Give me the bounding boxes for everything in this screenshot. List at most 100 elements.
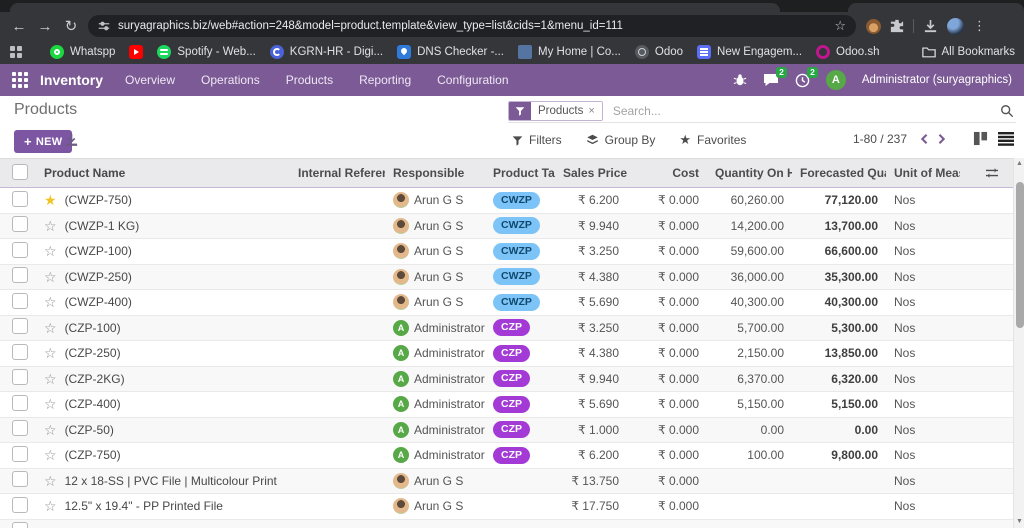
- user-name[interactable]: Administrator (suryagraphics): [862, 74, 1012, 86]
- row-checkbox[interactable]: [12, 420, 28, 436]
- bookmark-my-home[interactable]: My Home | Co...: [518, 45, 621, 59]
- filters-button[interactable]: Filters: [512, 132, 562, 148]
- header-internal-reference[interactable]: Internal Reference: [290, 166, 385, 180]
- url-text[interactable]: suryagraphics.biz/web#action=248&model=p…: [118, 20, 623, 32]
- favorite-star-icon[interactable]: ☆: [44, 244, 57, 258]
- row-checkbox[interactable]: [12, 497, 28, 513]
- header-product-name[interactable]: Product Name: [36, 166, 290, 180]
- row-checkbox[interactable]: [12, 471, 28, 487]
- favorite-star-icon[interactable]: ☆: [44, 499, 57, 513]
- site-settings-icon[interactable]: [98, 20, 110, 32]
- reload-icon[interactable]: ↻: [58, 17, 84, 35]
- table-row[interactable]: ☆ 12 x 18-SS | PVC File | Multicolour Pr…: [0, 469, 1013, 495]
- row-checkbox[interactable]: [12, 216, 28, 232]
- table-row[interactable]: [0, 520, 1013, 528]
- scrollbar-thumb[interactable]: [1016, 182, 1024, 328]
- apps-grid-icon[interactable]: [10, 46, 22, 58]
- bookmark-spotify[interactable]: Spotify - Web...: [157, 45, 255, 59]
- row-checkbox[interactable]: [12, 395, 28, 411]
- favorite-star-icon[interactable]: ★: [44, 193, 57, 207]
- search-input[interactable]: [613, 104, 1000, 118]
- header-quantity-on-hand[interactable]: Quantity On Hand: [707, 166, 792, 180]
- select-all-checkbox[interactable]: [12, 164, 28, 180]
- row-checkbox[interactable]: [12, 242, 28, 258]
- table-row[interactable]: ☆ (CZP-50) A Administrator CZP ₹ 1.000 ₹…: [0, 418, 1013, 444]
- favorite-star-icon[interactable]: ☆: [44, 270, 57, 284]
- group-by-button[interactable]: Group By: [586, 132, 656, 148]
- row-checkbox[interactable]: [12, 293, 28, 309]
- row-checkbox[interactable]: [12, 318, 28, 334]
- row-checkbox[interactable]: [12, 267, 28, 283]
- browser-tab-secondary[interactable]: [848, 3, 1024, 12]
- row-checkbox[interactable]: [12, 522, 28, 528]
- export-download-icon[interactable]: [64, 133, 79, 148]
- row-checkbox[interactable]: [12, 446, 28, 462]
- favorite-star-icon[interactable]: ☆: [44, 474, 57, 488]
- bookmark-star-icon[interactable]: ☆: [834, 18, 846, 34]
- activities-clock-icon[interactable]: 2: [795, 73, 810, 88]
- bookmark-kgrn[interactable]: KGRN-HR - Digi...: [270, 45, 383, 59]
- header-responsible[interactable]: Responsible: [385, 166, 485, 180]
- debug-bug-icon[interactable]: [733, 73, 747, 87]
- bookmark-dns-checker[interactable]: DNS Checker -...: [397, 45, 504, 59]
- table-row[interactable]: ☆ 12.5" x 19.4" - PP Printed File Arun G…: [0, 494, 1013, 520]
- odoo-apps-menu-icon[interactable]: [12, 72, 28, 88]
- table-row[interactable]: ☆ (CZP-400) A Administrator CZP ₹ 5.690 …: [0, 392, 1013, 418]
- favorite-star-icon[interactable]: ☆: [44, 295, 57, 309]
- bookmark-odoo[interactable]: Odoo: [635, 45, 683, 59]
- kanban-view-icon[interactable]: [973, 131, 988, 146]
- all-bookmarks-button[interactable]: All Bookmarks: [922, 46, 1016, 58]
- browser-tab-active[interactable]: [10, 3, 780, 12]
- pager-next-icon[interactable]: [937, 133, 947, 145]
- monkey-extension-icon[interactable]: [866, 19, 881, 34]
- list-view-icon[interactable]: [998, 132, 1014, 146]
- favorite-star-icon[interactable]: ☆: [44, 219, 57, 233]
- favorites-button[interactable]: ★ Favorites: [679, 132, 746, 148]
- favorite-star-icon[interactable]: ☆: [44, 397, 57, 411]
- header-cost[interactable]: Cost: [627, 166, 707, 180]
- address-bar[interactable]: suryagraphics.biz/web#action=248&model=p…: [88, 15, 856, 37]
- table-row[interactable]: ☆ (CWZP-100) Arun G S CWZP ₹ 3.250 ₹ 0.0…: [0, 239, 1013, 265]
- header-forecasted-quantity[interactable]: Forecasted Quantity: [792, 166, 886, 180]
- forward-icon[interactable]: →: [32, 18, 58, 35]
- favorite-star-icon[interactable]: ☆: [44, 448, 57, 462]
- header-unit-of-measure[interactable]: Unit of Measure: [886, 166, 960, 180]
- chrome-menu-icon[interactable]: ⋮: [973, 18, 986, 34]
- search-icon[interactable]: [1000, 104, 1014, 118]
- table-row[interactable]: ★ (CWZP-750) Arun G S CWZP ₹ 6.200 ₹ 0.0…: [0, 188, 1013, 214]
- table-row[interactable]: ☆ (CZP-2KG) A Administrator CZP ₹ 9.940 …: [0, 367, 1013, 393]
- favorite-star-icon[interactable]: ☆: [44, 321, 57, 335]
- messages-icon[interactable]: 2: [763, 73, 779, 87]
- bookmark-youtube[interactable]: [129, 45, 143, 59]
- bookmark-whatsapp[interactable]: Whatspp: [50, 45, 115, 59]
- table-row[interactable]: ☆ (CWZP-400) Arun G S CWZP ₹ 5.690 ₹ 0.0…: [0, 290, 1013, 316]
- menu-operations[interactable]: Operations: [201, 73, 260, 87]
- back-icon[interactable]: ←: [6, 18, 32, 35]
- bookmark-new-engagement[interactable]: New Engagem...: [697, 45, 802, 59]
- favorite-star-icon[interactable]: ☆: [44, 423, 57, 437]
- table-row[interactable]: ☆ (CZP-100) A Administrator CZP ₹ 3.250 …: [0, 316, 1013, 342]
- header-product-tags[interactable]: Product Ta...: [485, 166, 555, 180]
- downloads-icon[interactable]: [923, 19, 938, 34]
- menu-overview[interactable]: Overview: [125, 73, 175, 87]
- table-row[interactable]: ☆ (CWZP-250) Arun G S CWZP ₹ 4.380 ₹ 0.0…: [0, 265, 1013, 291]
- menu-products[interactable]: Products: [286, 73, 333, 87]
- row-checkbox[interactable]: [12, 369, 28, 385]
- favorite-star-icon[interactable]: ☆: [44, 346, 57, 360]
- optional-columns-icon[interactable]: [985, 167, 999, 179]
- scroll-down-icon[interactable]: ▼: [1014, 516, 1024, 528]
- app-name[interactable]: Inventory: [40, 72, 103, 88]
- user-avatar[interactable]: A: [826, 70, 846, 90]
- favorite-star-icon[interactable]: ☆: [44, 372, 57, 386]
- table-row[interactable]: ☆ (CWZP-1 KG) Arun G S CWZP ₹ 9.940 ₹ 0.…: [0, 214, 1013, 240]
- scroll-up-icon[interactable]: ▲: [1014, 158, 1024, 170]
- facet-remove-icon[interactable]: ×: [588, 105, 594, 117]
- row-checkbox[interactable]: [12, 344, 28, 360]
- vertical-scrollbar[interactable]: ▲ ▼: [1013, 158, 1024, 528]
- menu-configuration[interactable]: Configuration: [437, 73, 508, 87]
- menu-reporting[interactable]: Reporting: [359, 73, 411, 87]
- profile-avatar[interactable]: [947, 18, 964, 35]
- bookmark-odoo-sh[interactable]: Odoo.sh: [816, 45, 879, 59]
- pager-previous-icon[interactable]: [919, 133, 929, 145]
- row-checkbox[interactable]: [12, 191, 28, 207]
